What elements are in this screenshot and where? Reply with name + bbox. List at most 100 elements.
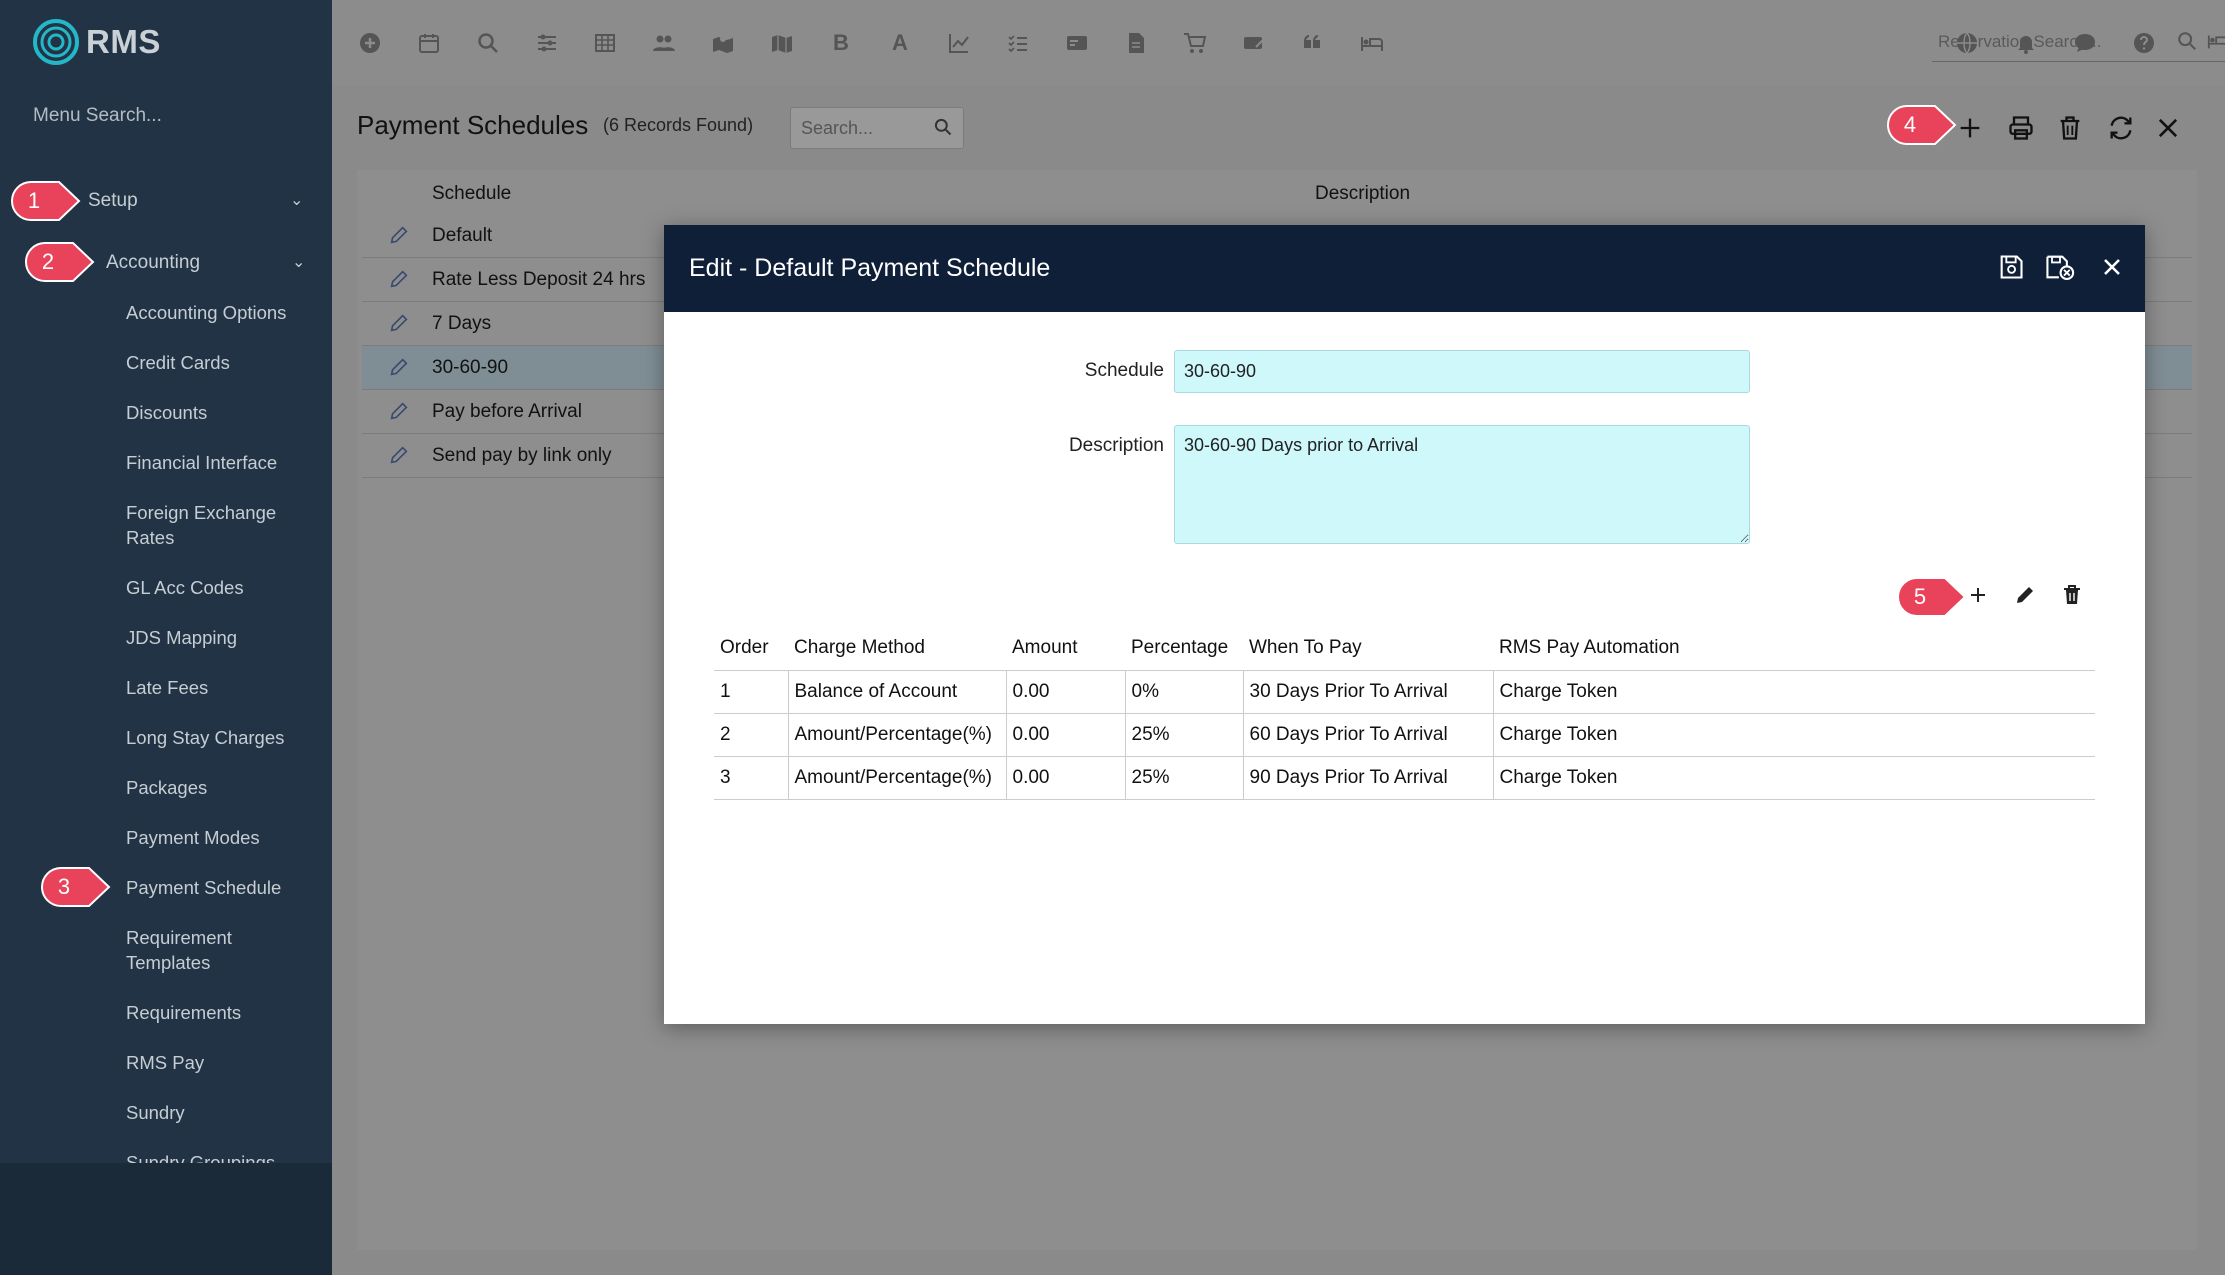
sidebar-item-setup[interactable]: Setup — [88, 188, 138, 213]
save-icon — [2000, 255, 2023, 279]
refresh-button[interactable] — [2103, 110, 2139, 146]
chevron-down-icon[interactable]: ⌄ — [290, 190, 303, 210]
sidebar-item-requirements[interactable]: Requirements — [126, 1000, 316, 1025]
column-header-description[interactable]: Description — [1315, 183, 1410, 205]
sidebar-item-foreign-exchange-rates[interactable]: Foreign Exchange Rates — [126, 500, 316, 550]
map-icon[interactable] — [767, 28, 797, 58]
schedule-name: Send pay by link only — [432, 445, 612, 466]
pencil-icon[interactable] — [388, 356, 412, 380]
table-row[interactable]: 3 Amount/Percentage(%) 0.00 25% 90 Days … — [714, 756, 2095, 800]
globe-icon[interactable] — [1952, 28, 1982, 58]
sidebar-item-accounting-options[interactable]: Accounting Options — [126, 300, 316, 325]
callout-marker-3: 3 — [38, 864, 112, 910]
column-header-rms-pay-automation[interactable]: RMS Pay Automation — [1493, 627, 2095, 671]
ticket-edit-icon[interactable] — [1239, 28, 1269, 58]
cart-icon[interactable] — [1180, 28, 1210, 58]
chevron-down-icon[interactable]: ⌄ — [292, 252, 305, 272]
cell-charge-method: Amount/Percentage(%) — [788, 713, 1007, 757]
close-dialog-button[interactable] — [2098, 253, 2130, 285]
sidebar-item-requirement-templates[interactable]: Requirement Templates — [126, 925, 316, 975]
add-row-button[interactable] — [1966, 580, 1996, 610]
sidebar-item-accounting[interactable]: Accounting — [106, 250, 200, 275]
column-header-schedule[interactable]: Schedule — [432, 183, 511, 205]
list-search-input[interactable] — [791, 108, 921, 148]
pencil-icon[interactable] — [388, 312, 412, 336]
column-header-percentage[interactable]: Percentage — [1125, 627, 1243, 671]
sidebar-item-rms-pay[interactable]: RMS Pay — [126, 1050, 316, 1075]
close-icon — [2104, 259, 2120, 275]
delete-row-button[interactable] — [2060, 580, 2090, 610]
cell-when-to-pay: 60 Days Prior To Arrival — [1243, 713, 1494, 757]
table-row[interactable]: 2 Amount/Percentage(%) 0.00 25% 60 Days … — [714, 713, 2095, 757]
sidebar-item-credit-cards[interactable]: Credit Cards — [126, 350, 316, 375]
sidebar-item-late-fees[interactable]: Late Fees — [126, 675, 316, 700]
edit-row-button[interactable] — [2013, 580, 2043, 610]
search-icon[interactable] — [473, 28, 503, 58]
id-card-icon[interactable] — [1062, 28, 1092, 58]
table-row[interactable]: 1 Balance of Account 0.00 0% 30 Days Pri… — [714, 670, 2095, 714]
cell-percentage: 0% — [1125, 670, 1244, 714]
search-icon[interactable] — [933, 117, 955, 139]
cell-rms-pay-automation: Charge Token — [1493, 670, 2095, 714]
edit-schedule-dialog: Edit - Default Payment Schedule Schedule… — [664, 225, 2145, 1024]
pencil-icon[interactable] — [388, 268, 412, 292]
save-and-close-button[interactable] — [2044, 253, 2076, 285]
grid-icon[interactable] — [590, 28, 620, 58]
bell-icon[interactable] — [2011, 28, 2041, 58]
save-button[interactable] — [1997, 253, 2029, 285]
bold-icon[interactable]: B — [826, 28, 856, 58]
menu-search-input[interactable]: Menu Search... — [33, 105, 162, 127]
sidebar-item-discounts[interactable]: Discounts — [126, 400, 316, 425]
sidebar-item-payment-schedule[interactable]: Payment Schedule — [126, 875, 316, 900]
description-label: Description — [1068, 435, 1164, 456]
sidebar-item-sundry-groupings[interactable]: Sundry Groupings — [126, 1150, 316, 1163]
bed-icon[interactable] — [1357, 28, 1387, 58]
table-header-row: Order Charge Method Amount Percentage Wh… — [714, 627, 2095, 671]
pencil-icon — [2017, 587, 2033, 603]
sidebar-item-gl-acc-codes[interactable]: GL Acc Codes — [126, 575, 316, 600]
schedule-field[interactable] — [1174, 350, 1750, 393]
schedule-name: Rate Less Deposit 24 hrs — [432, 269, 646, 290]
marker-number: 5 — [1913, 584, 1927, 609]
description-field[interactable]: 30-60-90 Days prior to Arrival — [1174, 425, 1750, 544]
document-icon[interactable] — [1121, 28, 1151, 58]
line-chart-icon[interactable] — [944, 28, 974, 58]
calendar-icon[interactable] — [414, 28, 444, 58]
rms-logo[interactable]: RMS — [32, 18, 161, 66]
sidebar-item-financial-interface[interactable]: Financial Interface — [126, 450, 316, 475]
sidebar-scroll-area[interactable]: RMS Menu Search... Setup ⌄ Accounting ⌄ … — [0, 0, 332, 1163]
pencil-icon[interactable] — [388, 224, 412, 248]
map-pin-icon[interactable] — [708, 28, 738, 58]
marker-number: 2 — [41, 249, 55, 274]
plus-icon — [1971, 588, 1985, 602]
cell-charge-method: Amount/Percentage(%) — [788, 756, 1007, 800]
add-circle-icon[interactable] — [355, 28, 385, 58]
bed-icon[interactable] — [2206, 30, 2225, 54]
top-toolbar: B A — [332, 0, 2225, 86]
quote-icon[interactable] — [1298, 28, 1328, 58]
close-page-button[interactable] — [2150, 110, 2186, 146]
column-header-when-to-pay[interactable]: When To Pay — [1243, 627, 1493, 671]
print-button[interactable] — [2003, 110, 2039, 146]
sidebar-item-long-stay-charges[interactable]: Long Stay Charges — [126, 725, 316, 750]
sidebar-item-payment-modes[interactable]: Payment Modes — [126, 825, 316, 850]
font-icon[interactable]: A — [885, 28, 915, 58]
sidebar-item-packages[interactable]: Packages — [126, 775, 316, 800]
search-icon[interactable] — [2176, 30, 2200, 54]
sliders-icon[interactable] — [532, 28, 562, 58]
schedule-label: Schedule — [1084, 360, 1164, 381]
sidebar-item-jds-mapping[interactable]: JDS Mapping — [126, 625, 316, 650]
column-header-order[interactable]: Order — [714, 627, 788, 671]
cell-order: 3 — [714, 756, 789, 800]
pencil-icon[interactable] — [388, 400, 412, 424]
pencil-icon[interactable] — [388, 444, 412, 468]
marker-number: 4 — [1903, 112, 1917, 137]
column-header-amount[interactable]: Amount — [1006, 627, 1125, 671]
sidebar-item-sundry[interactable]: Sundry — [126, 1100, 316, 1125]
checklist-icon[interactable] — [1003, 28, 1033, 58]
users-icon[interactable] — [649, 28, 679, 58]
chat-icon[interactable] — [2070, 28, 2100, 58]
column-header-charge-method[interactable]: Charge Method — [788, 627, 1006, 671]
delete-button[interactable] — [2052, 110, 2088, 146]
help-icon[interactable] — [2129, 28, 2159, 58]
